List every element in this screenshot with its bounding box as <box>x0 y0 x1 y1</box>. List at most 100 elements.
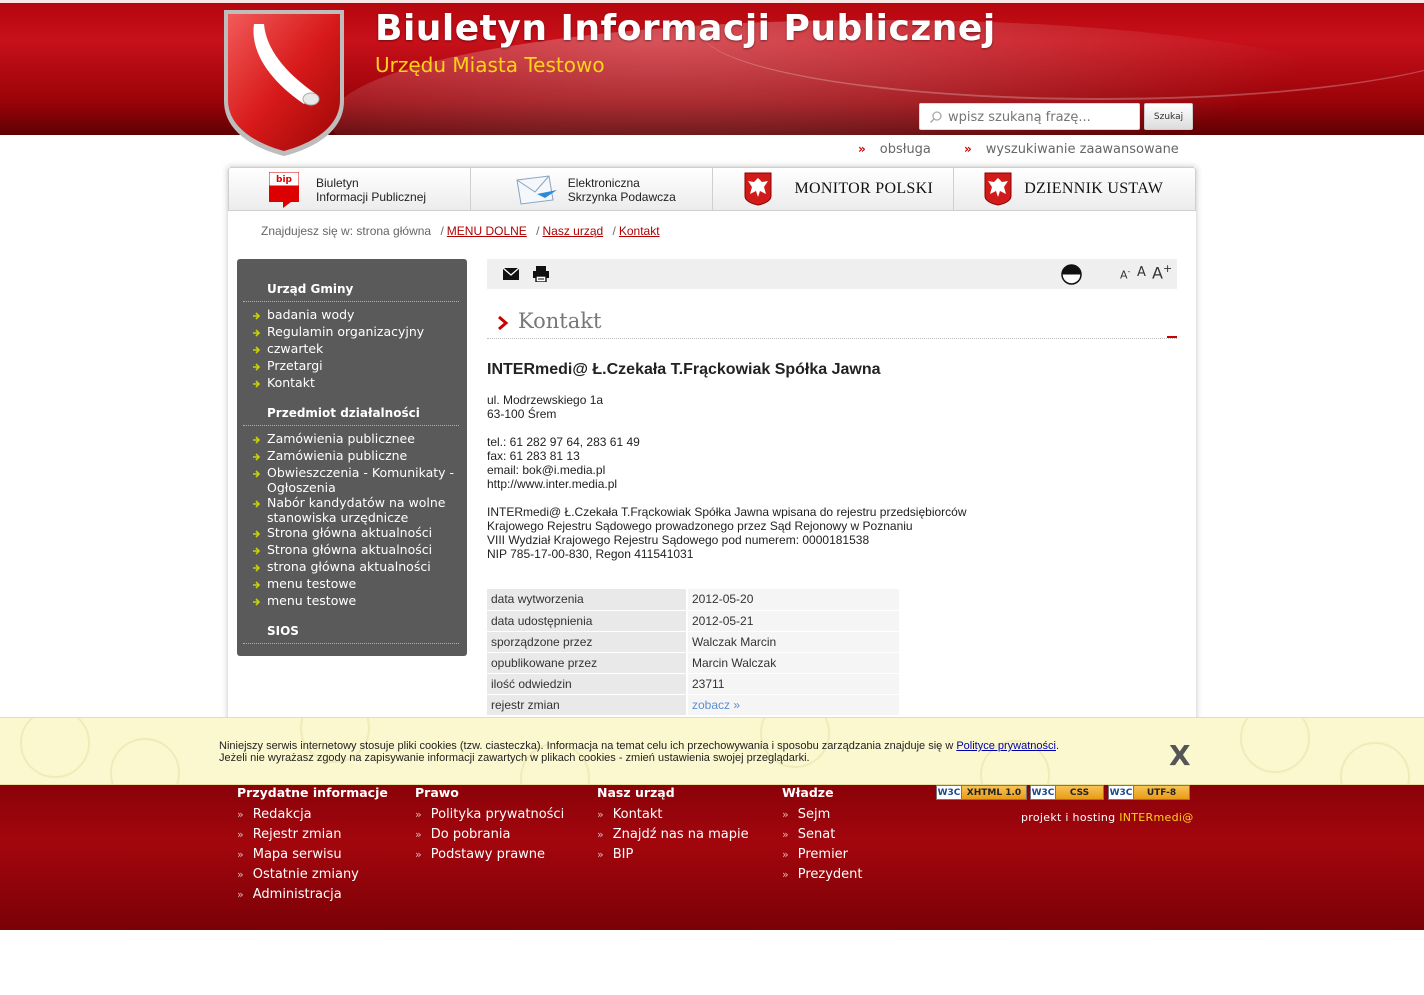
font-size-large-button[interactable]: A+ <box>1152 262 1172 282</box>
hosting-brand-link[interactable]: INTERmedi@ <box>1119 811 1193 824</box>
footer-link[interactable]: » Administracja <box>237 887 342 902</box>
breadcrumb: Znajdujesz się w: strona główna / MENU DO… <box>261 224 660 238</box>
sidebar-item[interactable]: Strona główna aktualności <box>251 525 461 540</box>
footer-link[interactable]: » Premier <box>782 847 848 862</box>
sidebar-item[interactable]: Strona główna aktualności <box>251 542 461 557</box>
arrow-bullet-icon <box>253 312 261 320</box>
coat-of-arms-logo[interactable] <box>220 6 348 158</box>
search-input[interactable] <box>948 107 1136 127</box>
footer-link[interactable]: » Do pobrania <box>415 827 510 842</box>
footer-link[interactable]: » Prezydent <box>782 867 863 882</box>
metadata-table: data wytworzenia 2012-05-20 data udostępn… <box>487 589 899 716</box>
meta-key: ilość odwiedzin <box>487 673 688 695</box>
arrow-bullet-icon <box>253 329 261 337</box>
sidebar-item[interactable]: badania wody <box>251 307 461 322</box>
hosting-credits: projekt i hosting INTERmedi@ <box>1021 811 1194 824</box>
arrow-bullet-icon <box>253 380 261 388</box>
sidebar-item[interactable]: menu testowe <box>251 576 461 591</box>
footer-link[interactable]: » Kontakt <box>597 807 663 822</box>
breadcrumb-link-menu-dolne[interactable]: MENU DOLNE <box>447 224 527 238</box>
footer-link[interactable]: » Podstawy prawne <box>415 847 545 862</box>
mail-icon[interactable] <box>503 268 519 280</box>
tab-dziennik-ustaw[interactable]: DZIENNIK USTAW <box>954 168 1195 210</box>
tab-bip-label: Biuletyn Informacji Publicznej <box>316 176 427 204</box>
table-row: rejestr zmian zobacz » <box>487 694 899 716</box>
sidebar-heading[interactable]: SIOS <box>267 624 299 638</box>
sidebar-item[interactable]: czwartek <box>251 341 461 356</box>
cookie-close-button[interactable]: X <box>1169 739 1191 772</box>
util-link-advanced-search[interactable]: » wyszukiwanie zaawansowane <box>964 142 1179 157</box>
arrow-bullet-icon <box>253 547 261 555</box>
arrow-bullet-icon <box>253 598 261 606</box>
meta-value: Walczak Marcin <box>687 631 899 653</box>
sidebar-item[interactable]: menu testowe <box>251 593 461 608</box>
footer-link[interactable]: » Sejm <box>782 807 830 822</box>
sidebar-heading[interactable]: Przedmiot działalności <box>267 406 420 420</box>
meta-value: 2012-05-21 <box>687 610 899 632</box>
meta-key: sporządzone przez <box>487 631 688 653</box>
title-divider <box>487 338 1177 339</box>
search-icon <box>929 111 942 124</box>
meta-key: data wytworzenia <box>487 589 688 611</box>
sidebar-item[interactable]: Zamówienia publiczne <box>251 448 461 463</box>
title-chevron-icon <box>498 316 509 330</box>
search-button[interactable]: Szukaj <box>1144 103 1193 130</box>
breadcrumb-link-nasz-urzad[interactable]: Nasz urząd <box>542 224 603 238</box>
w3c-xhtml-badge[interactable]: W3C XHTML 1.0 <box>936 785 1027 800</box>
privacy-policy-link[interactable]: Polityce prywatności <box>956 740 1056 752</box>
cookie-pattern <box>110 738 180 784</box>
footer-heading: Władze <box>782 785 834 800</box>
table-row: opublikowane przez Marcin Walczak <box>487 652 899 674</box>
change-log-link[interactable]: zobacz » <box>692 698 740 712</box>
meta-key: data udostępnienia <box>487 610 688 632</box>
arrow-bullet-icon <box>253 470 261 478</box>
sidebar-item[interactable]: strona główna aktualności <box>251 559 461 574</box>
fax-line: fax: 61 283 81 13 <box>487 449 580 463</box>
phone-line: tel.: 61 282 97 64, 283 61 49 <box>487 435 640 449</box>
registry-line: Krajowego Rejestru Sądowego prowadzonego… <box>487 519 913 533</box>
breadcrumb-link-kontakt[interactable]: Kontakt <box>619 224 660 238</box>
sidebar-item[interactable]: Kontakt <box>251 375 461 390</box>
w3c-utf8-badge[interactable]: W3C UTF-8 <box>1108 785 1190 800</box>
arrow-bullet-icon <box>253 453 261 461</box>
sidebar-item[interactable]: Obwieszczenia - Komunikaty - Ogłoszenia <box>251 465 461 495</box>
sidebar-item[interactable]: Nabór kandydatów na wolne stanowiska urz… <box>251 495 461 525</box>
footer-heading: Przydatne informacje <box>237 785 388 800</box>
top-tab-bar: bip Biuletyn Informacji Publicznej Elektr… <box>228 167 1196 211</box>
website-line: http://www.inter.media.pl <box>487 477 618 491</box>
footer-link[interactable]: » Polityka prywatności <box>415 807 564 822</box>
w3c-css-badge[interactable]: W3C CSS <box>1030 785 1104 800</box>
footer-link[interactable]: » Mapa serwisu <box>237 847 342 862</box>
registry-line: VIII Wydział Krajowego Rejestru Sądowego… <box>487 533 870 547</box>
tab-bip[interactable]: bip Biuletyn Informacji Publicznej <box>229 168 471 210</box>
footer-column: Władze » Sejm » Senat » Premier » Prezydent <box>782 785 863 882</box>
table-row: ilość odwiedzin 23711 <box>487 673 899 695</box>
sidebar-item[interactable]: Regulamin organizacyjny <box>251 324 461 339</box>
search-box <box>919 103 1140 130</box>
footer-link[interactable]: » Senat <box>782 827 835 842</box>
tab-epuap[interactable]: Elektroniczna Skrzynka Podawcza <box>471 168 713 210</box>
bip-logo-icon: bip <box>269 172 299 208</box>
footer-link[interactable]: » Redakcja <box>237 807 312 822</box>
footer-heading: Prawo <box>415 785 459 800</box>
font-size-small-button[interactable]: A- <box>1120 267 1130 282</box>
footer-link[interactable]: » BIP <box>597 847 633 862</box>
title-accent-mark <box>1167 336 1177 338</box>
tab-monitor-polski[interactable]: MONITOR POLSKI <box>713 168 955 210</box>
cookie-pattern <box>1240 718 1310 773</box>
svg-text:bip: bip <box>276 175 293 185</box>
cookie-pattern <box>1340 742 1410 784</box>
font-size-normal-button[interactable]: A <box>1137 265 1146 280</box>
print-icon[interactable] <box>533 266 549 282</box>
footer-link[interactable]: » Ostatnie zmiany <box>237 867 359 882</box>
footer-link[interactable]: » Znajdź nas na mapie <box>597 827 749 842</box>
sidebar-item[interactable]: Zamówienia publicznee <box>251 431 461 446</box>
footer-link[interactable]: » Rejestr zmian <box>237 827 341 842</box>
contrast-icon[interactable] <box>1061 264 1082 285</box>
sidebar-item[interactable]: Przetargi <box>251 358 461 373</box>
util-link-obsluga[interactable]: » obsługa <box>858 142 931 157</box>
sidebar-heading[interactable]: Urząd Gminy <box>267 282 353 296</box>
double-chevron-icon: » <box>964 142 972 156</box>
page-title: Kontakt <box>518 309 602 333</box>
cookie-notice-text: Niniejszy serwis internetowy stosuje pli… <box>219 740 1060 764</box>
